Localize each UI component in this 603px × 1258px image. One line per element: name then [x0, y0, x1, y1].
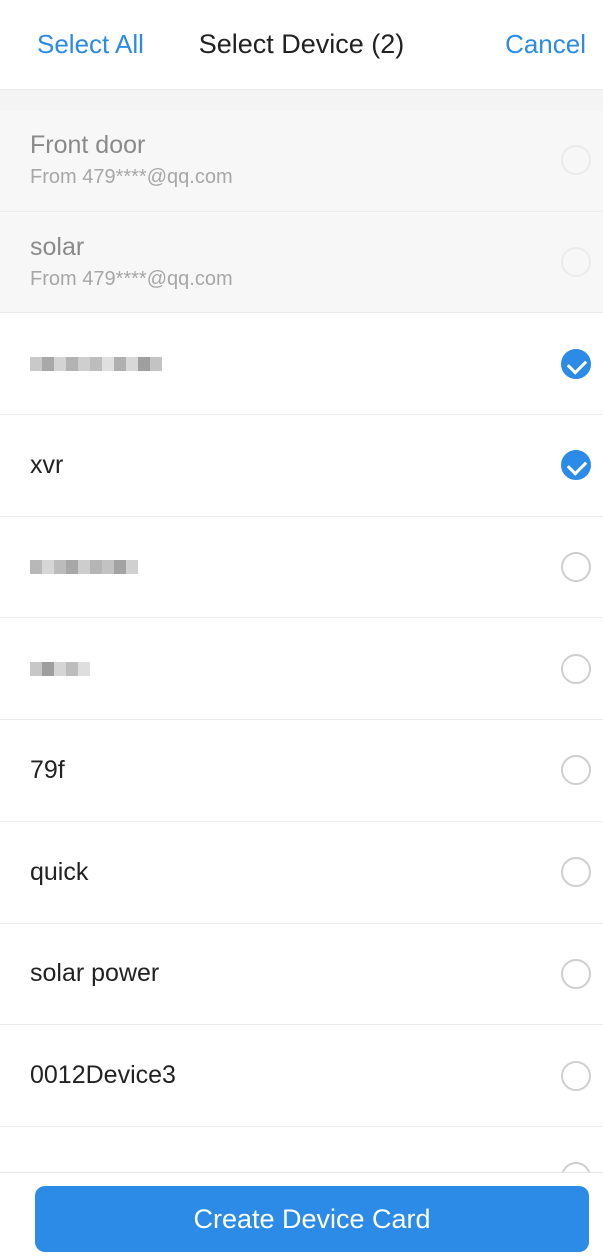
device-name: quick — [30, 857, 89, 886]
blurred-device-name — [30, 659, 603, 679]
device-row[interactable]: xvr — [0, 415, 603, 517]
device-row[interactable]: 0012Device3 — [0, 1025, 603, 1127]
blurred-device-name — [30, 354, 603, 374]
device-list: Front door From 479****@qq.com solar Fro… — [0, 110, 603, 1172]
device-row[interactable] — [0, 1127, 603, 1172]
create-device-card-button[interactable]: Create Device Card — [35, 1186, 589, 1252]
cancel-button[interactable]: Cancel — [505, 29, 586, 60]
top-bar: Select All Select Device (2) Cancel — [0, 0, 603, 90]
device-name: Front door — [30, 131, 146, 160]
device-name: 0012Device3 — [30, 1061, 176, 1090]
device-row[interactable]: Front door From 479****@qq.com — [0, 110, 603, 212]
device-name-cut-off — [30, 1163, 603, 1172]
unchecked-circle-icon[interactable] — [561, 857, 591, 888]
device-owner: From 479****@qq.com — [30, 166, 233, 189]
page-title: Select Device (2) — [198, 29, 405, 59]
select-all-button[interactable]: Select All — [37, 29, 144, 60]
blurred-device-name — [30, 557, 603, 577]
device-row[interactable]: solar From 479****@qq.com — [0, 211, 603, 314]
device-row[interactable] — [0, 313, 603, 416]
device-row[interactable]: 79f — [0, 720, 603, 822]
device-row[interactable] — [0, 618, 603, 721]
bottom-bar: Create Device Card — [0, 1172, 603, 1258]
device-name: 79f — [30, 755, 65, 784]
device-name: solar power — [30, 959, 160, 988]
unchecked-circle-icon[interactable] — [561, 958, 591, 989]
unchecked-circle-icon[interactable] — [561, 653, 591, 684]
device-owner: From 479****@qq.com — [30, 268, 233, 291]
device-name: xvr — [30, 450, 64, 479]
list-top-spacer — [0, 90, 603, 110]
device-row[interactable] — [0, 517, 603, 619]
device-row[interactable]: quick — [0, 822, 603, 924]
unchecked-circle-icon[interactable] — [561, 552, 591, 583]
unchecked-circle-icon[interactable] — [561, 247, 591, 278]
checked-circle-icon[interactable] — [561, 348, 591, 379]
unchecked-circle-icon[interactable] — [561, 1060, 591, 1091]
device-name: solar — [30, 233, 85, 262]
device-row[interactable]: solar power — [0, 924, 603, 1026]
